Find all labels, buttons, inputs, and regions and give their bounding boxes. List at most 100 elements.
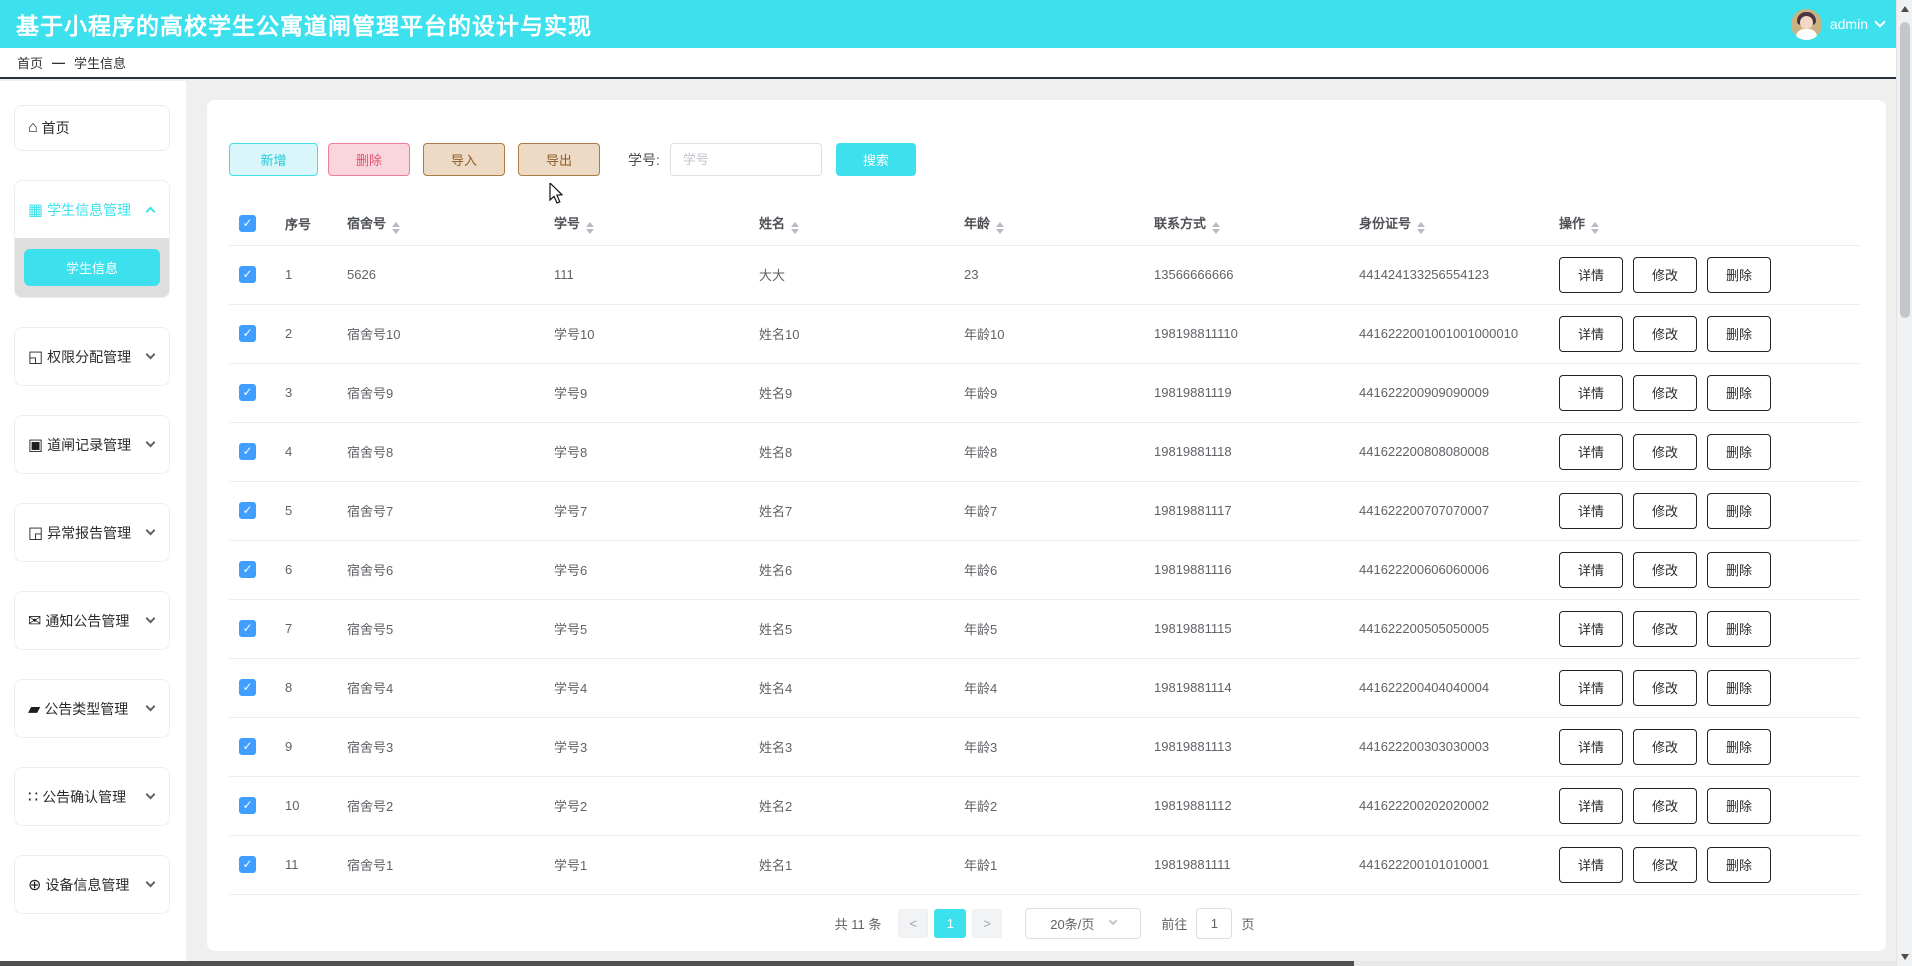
row-checkbox[interactable]: ✓ [239, 561, 256, 578]
sidebar-menu-permission[interactable]: ◱ 权限分配管理 [14, 327, 170, 386]
prev-page-button[interactable]: < [898, 909, 928, 938]
delete-button[interactable]: 删除 [1707, 847, 1771, 883]
goto-page-input[interactable] [1196, 908, 1232, 939]
detail-button[interactable]: 详情 [1559, 375, 1623, 411]
delete-button[interactable]: 删除 [1707, 552, 1771, 588]
cell-phone: 19819881117 [1144, 481, 1349, 540]
col-header-actions[interactable]: 操作 [1549, 203, 1860, 245]
delete-button[interactable]: 删除 [1707, 434, 1771, 470]
user-menu[interactable]: admin [1791, 9, 1884, 40]
edit-button[interactable]: 修改 [1633, 611, 1697, 647]
edit-button[interactable]: 修改 [1633, 847, 1697, 883]
sidebar-item-student-info[interactable]: 学生信息 [24, 249, 160, 286]
detail-button[interactable]: 详情 [1559, 257, 1623, 293]
edit-button[interactable]: 修改 [1633, 375, 1697, 411]
page-size-select[interactable]: 20条/页 [1025, 908, 1141, 939]
edit-button[interactable]: 修改 [1633, 788, 1697, 824]
delete-button[interactable]: 删除 [1707, 316, 1771, 352]
row-checkbox[interactable]: ✓ [239, 443, 256, 460]
row-checkbox[interactable]: ✓ [239, 502, 256, 519]
sidebar-menu-device-info[interactable]: ⊕ 设备信息管理 [14, 855, 170, 914]
sidebar-item-home-head[interactable]: ⌂ 首页 [15, 106, 169, 150]
cell-actions: 详情修改删除 [1549, 540, 1860, 599]
col-header-dorm[interactable]: 宿舍号 [337, 203, 544, 245]
detail-button[interactable]: 详情 [1559, 729, 1623, 765]
sidebar-menu-student-info-head[interactable]: ▦ 学生信息管理 [15, 181, 169, 238]
sidebar-menu-notice-confirm[interactable]: ∷ 公告确认管理 [14, 767, 170, 826]
edit-button[interactable]: 修改 [1633, 257, 1697, 293]
detail-button[interactable]: 详情 [1559, 316, 1623, 352]
edit-button[interactable]: 修改 [1633, 316, 1697, 352]
search-input[interactable] [670, 143, 822, 176]
sidebar-menu-notice-type[interactable]: ▰ 公告类型管理 [14, 679, 170, 738]
scroll-up-icon[interactable] [1901, 6, 1909, 12]
delete-button[interactable]: 删除 [1707, 375, 1771, 411]
delete-button[interactable]: 删除 [1707, 670, 1771, 706]
vertical-scrollbar-thumb[interactable] [1900, 22, 1910, 318]
detail-button[interactable]: 详情 [1559, 670, 1623, 706]
edit-button[interactable]: 修改 [1633, 434, 1697, 470]
detail-button[interactable]: 详情 [1559, 552, 1623, 588]
horizontal-scrollbar[interactable] [0, 961, 1896, 966]
sidebar-menu-notice-type-head[interactable]: ▰ 公告类型管理 [15, 680, 169, 737]
sort-icon[interactable] [791, 222, 799, 234]
sort-icon[interactable] [392, 222, 400, 234]
edit-button[interactable]: 修改 [1633, 729, 1697, 765]
breadcrumb-home[interactable]: 首页 [17, 53, 43, 72]
vertical-scrollbar[interactable] [1896, 0, 1912, 966]
sort-icon[interactable] [586, 222, 594, 234]
sidebar-menu-exception-report[interactable]: ◲ 异常报告管理 [14, 503, 170, 562]
sidebar-item-home[interactable]: ⌂ 首页 [14, 105, 170, 151]
edit-button[interactable]: 修改 [1633, 493, 1697, 529]
sidebar-menu-notice-head[interactable]: ✉ 通知公告管理 [15, 592, 169, 649]
delete-button[interactable]: 删除 [1707, 493, 1771, 529]
page-number-1[interactable]: 1 [934, 909, 966, 938]
sort-icon[interactable] [1212, 222, 1220, 234]
row-checkbox[interactable]: ✓ [239, 856, 256, 873]
sidebar-menu-permission-head[interactable]: ◱ 权限分配管理 [15, 328, 169, 385]
col-header-age[interactable]: 年龄 [954, 203, 1144, 245]
row-checkbox[interactable]: ✓ [239, 266, 256, 283]
col-header-phone[interactable]: 联系方式 [1144, 203, 1349, 245]
row-checkbox[interactable]: ✓ [239, 384, 256, 401]
col-header-student-id[interactable]: 学号 [544, 203, 749, 245]
delete-button[interactable]: 删除 [1707, 729, 1771, 765]
row-checkbox[interactable]: ✓ [239, 325, 256, 342]
detail-button[interactable]: 详情 [1559, 434, 1623, 470]
row-checkbox[interactable]: ✓ [239, 738, 256, 755]
col-header-idcard[interactable]: 身份证号 [1349, 203, 1549, 245]
sidebar-menu-exception-report-head[interactable]: ◲ 异常报告管理 [15, 504, 169, 561]
select-all-checkbox[interactable]: ✓ [239, 215, 256, 232]
cell-actions: 详情修改删除 [1549, 658, 1860, 717]
cell-index: 8 [275, 658, 337, 717]
import-button[interactable]: 导入 [423, 143, 505, 176]
col-header-name[interactable]: 姓名 [749, 203, 954, 245]
detail-button[interactable]: 详情 [1559, 847, 1623, 883]
edit-button[interactable]: 修改 [1633, 552, 1697, 588]
scroll-down-icon[interactable] [1901, 954, 1909, 960]
export-button[interactable]: 导出 [518, 143, 600, 176]
detail-button[interactable]: 详情 [1559, 493, 1623, 529]
row-checkbox[interactable]: ✓ [239, 797, 256, 814]
sidebar-menu-notice[interactable]: ✉ 通知公告管理 [14, 591, 170, 650]
row-checkbox[interactable]: ✓ [239, 679, 256, 696]
row-checkbox[interactable]: ✓ [239, 620, 256, 637]
delete-button[interactable]: 删除 [1707, 788, 1771, 824]
delete-button[interactable]: 删除 [1707, 257, 1771, 293]
sidebar-menu-gate-record-head[interactable]: ▣ 道闸记录管理 [15, 416, 169, 473]
delete-button[interactable]: 删除 [328, 143, 410, 176]
sort-icon[interactable] [996, 222, 1004, 234]
search-button[interactable]: 搜索 [836, 143, 916, 176]
horizontal-scrollbar-thumb[interactable] [0, 961, 1354, 966]
next-page-button[interactable]: > [972, 909, 1002, 938]
sidebar-menu-device-info-head[interactable]: ⊕ 设备信息管理 [15, 856, 169, 913]
sidebar-menu-gate-record[interactable]: ▣ 道闸记录管理 [14, 415, 170, 474]
detail-button[interactable]: 详情 [1559, 611, 1623, 647]
add-button[interactable]: 新增 [229, 143, 318, 176]
sidebar-menu-notice-confirm-head[interactable]: ∷ 公告确认管理 [15, 768, 169, 825]
sort-icon[interactable] [1417, 222, 1425, 234]
sort-icon[interactable] [1591, 222, 1599, 234]
detail-button[interactable]: 详情 [1559, 788, 1623, 824]
edit-button[interactable]: 修改 [1633, 670, 1697, 706]
delete-button[interactable]: 删除 [1707, 611, 1771, 647]
